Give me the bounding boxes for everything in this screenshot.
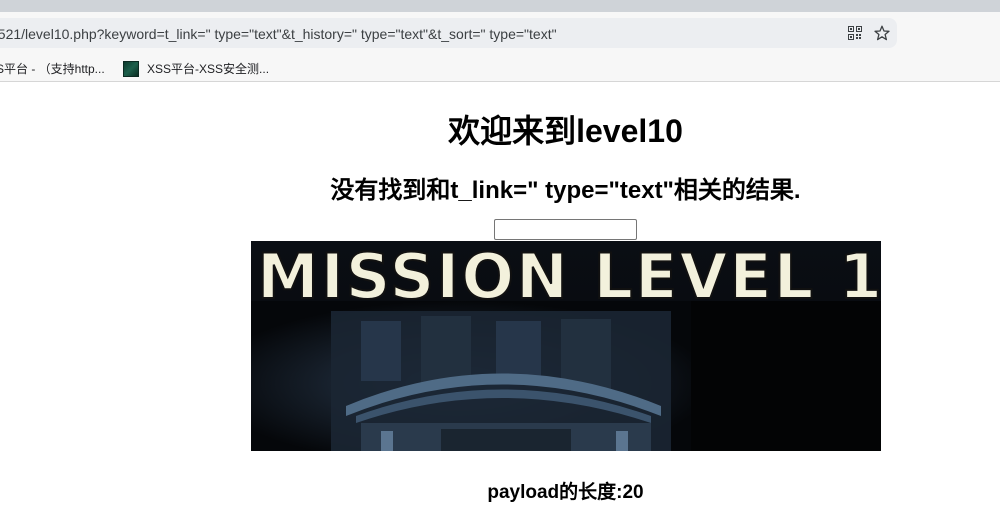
bookmarks-bar: S平台 - （支持http... XSS平台-XSS安全测...	[0, 54, 1000, 82]
search-input[interactable]	[494, 219, 637, 240]
bookmark-xss-platform-1[interactable]: S平台 - （支持http...	[0, 60, 105, 77]
payload-length-text: payload的长度:20	[487, 482, 644, 503]
mission-banner-image: MISSION LEVEL 10	[251, 241, 881, 451]
qr-code-icon[interactable]	[846, 24, 864, 42]
bookmark-favicon-icon	[123, 60, 139, 77]
banner-title-text: MISSION LEVEL 10	[257, 241, 881, 313]
page-title: 欢迎来到level10	[448, 113, 683, 149]
page-content: 欢迎来到level10 没有找到和t_link=" type="text"相关的…	[0, 82, 1000, 525]
bookmark-label: S平台 - （支持http...	[0, 62, 105, 76]
url-text[interactable]: 9521/level10.php?keyword=t_link=" type="…	[0, 26, 557, 42]
browser-toolbar: 9521/level10.php?keyword=t_link=" type="…	[0, 12, 1000, 54]
search-result-text: 没有找到和t_link=" type="text"相关的结果.	[330, 177, 801, 204]
bookmark-label: XSS平台-XSS安全测...	[147, 62, 270, 76]
bookmark-xss-platform-2[interactable]: XSS平台-XSS安全测...	[123, 60, 269, 77]
tab-strip	[0, 0, 1000, 12]
star-icon[interactable]	[873, 24, 891, 42]
address-bar[interactable]: 9521/level10.php?keyword=t_link=" type="…	[0, 18, 897, 48]
